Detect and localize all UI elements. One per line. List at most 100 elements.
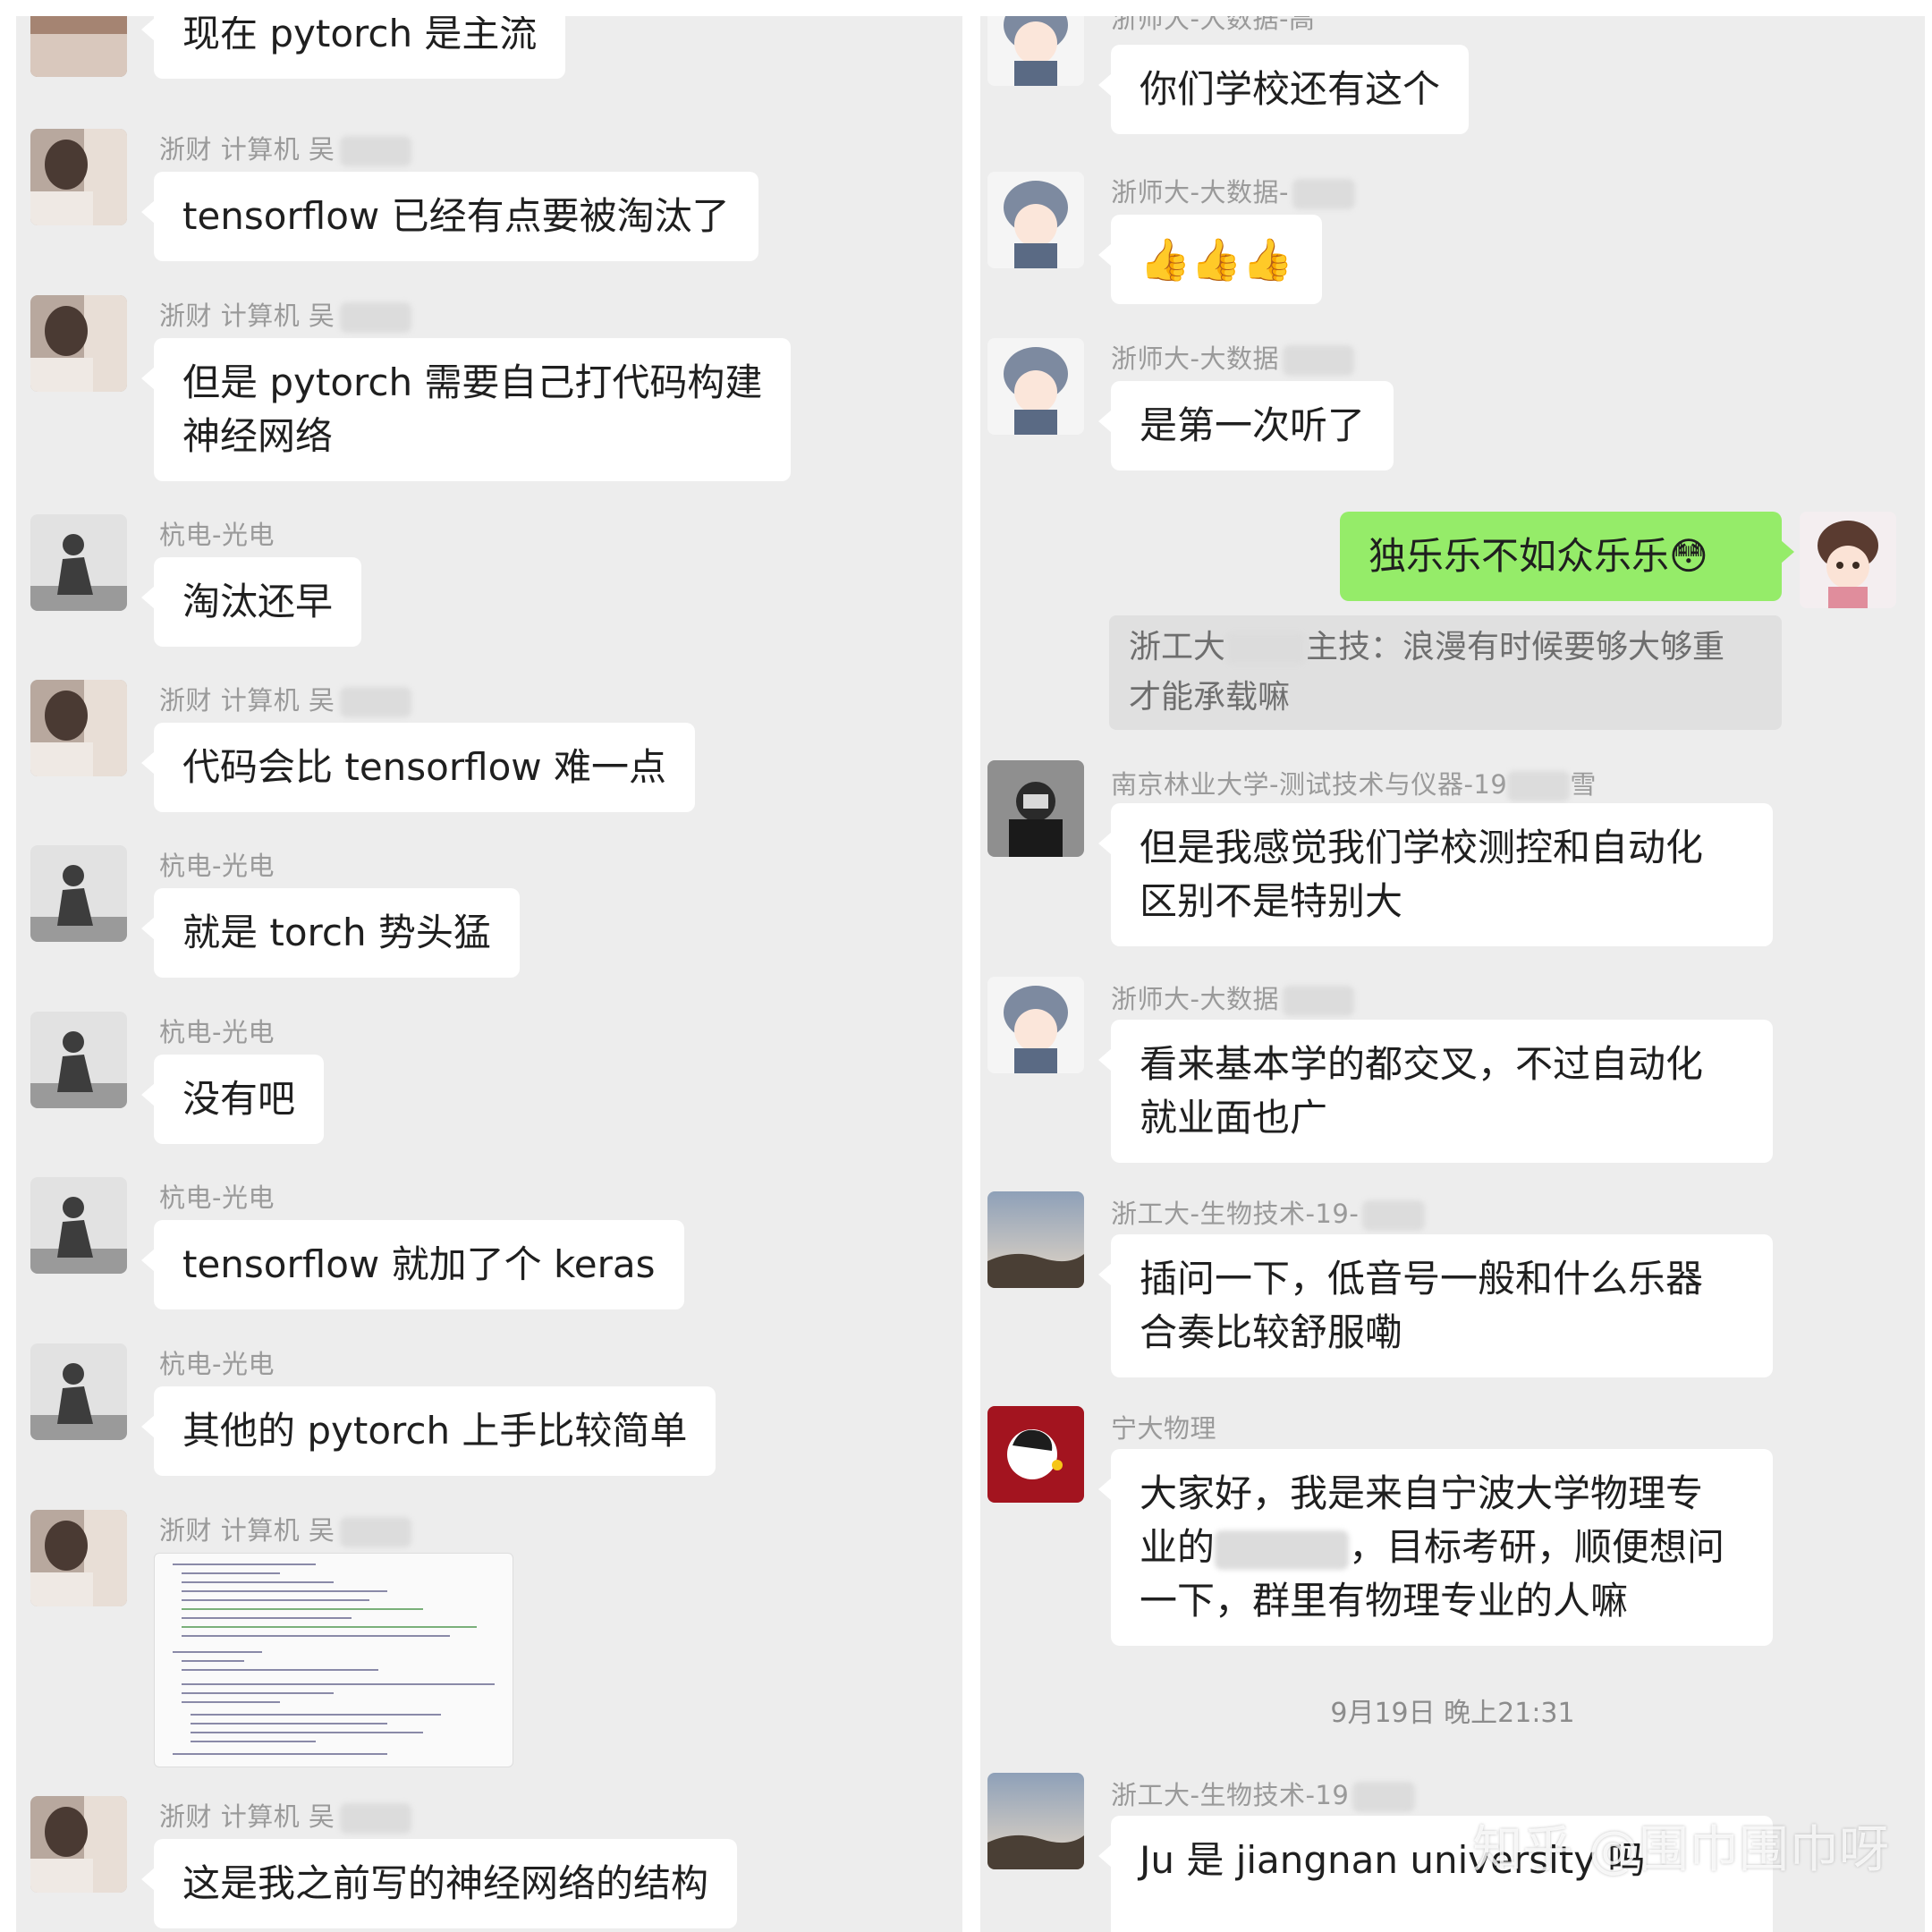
flushed-face-icon: 😳 [1669,534,1708,578]
cartoon-girl-avatar-icon [987,172,1084,268]
sender-name: 宁大物理 [1111,1413,1217,1444]
silhouette-avatar-icon [30,514,127,611]
person-photo-avatar-icon [30,680,127,776]
message-text: 淘汰还早 [182,580,334,623]
message-bubble[interactable]: 是第一次听了 [1097,381,1394,470]
avatar[interactable] [987,1191,1084,1288]
silhouette-avatar-icon [30,1177,127,1274]
message-text-line: 合奏比较舒服嘞 [1140,1310,1403,1354]
quoted-reply[interactable]: 浙工大 主技：浪漫有时候要够大够重 才能承载嘛 [1109,615,1782,730]
message-text: tensorflow 已经有点要被淘汰了 [182,194,730,238]
message-text: 代码会比 tensorflow 难一点 [182,745,666,789]
message-text-line: 但是 pytorch 需要自己打代码构建 [182,360,763,404]
avatar[interactable] [30,16,127,77]
quote-line: 浙工大 主技：浪漫有时候要够大够重 [1129,629,1725,665]
sender-name: 南京林业大学-测试技术与仪器-19 雪 [1111,769,1597,801]
person-photo-avatar-icon [30,1796,127,1893]
red-cartoon-avatar-icon [987,1406,1084,1503]
message-bubble[interactable]: tensorflow 就加了个 keras [141,1220,684,1309]
message-bubble[interactable]: 现在 pytorch 是主流 [140,16,566,79]
sender-name: 浙师大-大数据 [1111,979,1354,1016]
message-bubble[interactable]: tensorflow 已经有点要被淘汰了 [141,172,758,261]
thumbs-up-icon: 👍👍👍 [1140,235,1293,284]
quote-line: 才能承载嘛 [1129,679,1291,716]
avatar[interactable] [30,295,127,392]
photo-avatar-icon [987,760,1084,857]
message-bubble[interactable]: 但是我感觉我们学校测控和自动化 区别不是特别大 [1098,803,1773,946]
message-text-line: 就业面也广 [1140,1096,1328,1140]
sender-name: 杭电-光电 [159,1182,275,1213]
message-text: 现在 pytorch 是主流 [182,16,538,55]
cartoon-girl-avatar-icon [1800,512,1896,608]
landscape-avatar-icon [987,1773,1084,1869]
chat-panel-left[interactable]: 现在 pytorch 是主流 浙财 计算机 吴 tensorflow 已经有点要… [16,16,962,1932]
message-bubble[interactable]: 没有吧 [140,1055,325,1144]
person-photo-avatar-icon [30,295,127,392]
landscape-avatar-icon [987,1191,1084,1288]
message-bubble[interactable]: 就是 torch 势头猛 [141,888,520,978]
avatar[interactable] [1800,512,1896,608]
sender-name: 浙财 计算机 吴 [159,129,412,166]
code-screenshot-image[interactable] [154,1553,513,1767]
message-text-line: 业的 ，目标考研，顺便想问 [1140,1525,1725,1570]
person-photo-avatar-icon [30,16,127,77]
message-bubble[interactable]: 这是我之前写的神经网络的结构 [140,1839,738,1928]
avatar[interactable] [30,845,127,942]
avatar[interactable] [30,129,127,225]
message-text: 这是我之前写的神经网络的结构 [182,1861,709,1905]
avatar[interactable] [30,1177,127,1274]
avatar[interactable] [30,1012,127,1108]
silhouette-avatar-icon [30,1012,127,1108]
message-bubble[interactable]: 大家好，我是来自宁波大学物理专 业的 ，目标考研，顺便想问 一下，群里有物理专业的… [1098,1449,1773,1646]
message-bubble[interactable]: 但是 pytorch 需要自己打代码构建 神经网络 [140,338,792,481]
message-text: tensorflow 就加了个 keras [182,1242,656,1286]
chat-panel-right[interactable]: 你们学校还有这个 浙师大-大数据-高 浙师大-大数据- 👍👍👍 浙师大-大数据 [980,16,1925,1932]
avatar[interactable] [30,1796,127,1893]
message-text-line: 但是我感觉我们学校测控和自动化 [1140,826,1704,869]
sender-name: 浙财 计算机 吴 [159,1796,412,1834]
message-text: 是第一次听了 [1140,403,1366,447]
message-text: 独乐乐不如众乐乐 [1368,534,1670,578]
person-photo-avatar-icon [30,1510,127,1606]
avatar[interactable] [30,680,127,776]
message-text-line: 大家好，我是来自宁波大学物理专 [1140,1471,1704,1515]
avatar[interactable] [987,16,1084,86]
sender-name: 浙工大-生物技术-19- [1111,1193,1426,1231]
sender-name: 杭电-光电 [159,520,275,550]
avatar[interactable] [987,760,1084,857]
watermark: 知乎 @围巾围巾呀 [1472,1821,1889,1879]
message-bubble[interactable]: 👍👍👍 [1098,215,1322,304]
message-bubble[interactable]: 独乐乐不如众乐乐😳 [1340,512,1794,601]
avatar[interactable] [987,1773,1084,1869]
avatar[interactable] [987,977,1084,1073]
avatar[interactable] [30,1510,127,1606]
message-bubble[interactable]: 代码会比 tensorflow 难一点 [141,723,695,812]
sender-name: 浙财 计算机 吴 [159,680,412,717]
cartoon-girl-avatar-icon [987,338,1084,435]
message-text: 没有吧 [182,1077,296,1121]
message-bubble[interactable]: 看来基本学的都交叉，不过自动化 就业面也广 [1098,1020,1773,1163]
message-bubble[interactable]: 其他的 pytorch 上手比较简单 [140,1386,716,1476]
message-text-line: 看来基本学的都交叉，不过自动化 [1140,1042,1704,1086]
message-text: 就是 torch 势头猛 [182,911,491,954]
message-text-line: 神经网络 [182,414,334,458]
avatar[interactable] [987,172,1084,268]
sender-name: 杭电-光电 [159,1349,275,1379]
sender-name: 杭电-光电 [159,1017,275,1047]
sender-name: 浙财 计算机 吴 [159,1510,412,1547]
message-text-line: 插问一下，低音号一般和什么乐器 [1140,1257,1704,1301]
sender-name: 浙师大-大数据- [1111,172,1355,209]
avatar[interactable] [30,1343,127,1440]
message-text-line: 一下，群里有物理专业的人嘛 [1140,1579,1629,1623]
message-bubble[interactable]: 你们学校还有这个 [1097,45,1470,134]
message-bubble[interactable]: 插问一下，低音号一般和什么乐器 合奏比较舒服嘞 [1098,1234,1773,1377]
message-text-line: 区别不是特别大 [1140,879,1403,923]
sender-name: 浙师大-大数据-高 [1111,16,1316,34]
sender-name: 浙师大-大数据 [1111,338,1354,376]
avatar[interactable] [987,1406,1084,1503]
cartoon-girl-avatar-icon [987,977,1084,1073]
avatar[interactable] [30,514,127,611]
avatar[interactable] [987,338,1084,435]
message-bubble[interactable]: 淘汰还早 [140,557,362,647]
cartoon-girl-avatar-icon [987,16,1084,86]
